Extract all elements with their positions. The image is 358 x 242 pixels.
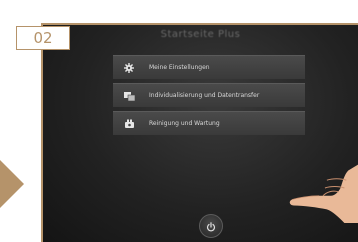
screen-title: Startseite Plus <box>160 29 241 40</box>
power-icon <box>206 217 216 236</box>
device-screen: Startseite Plus Meine Einstellungen Indi… <box>41 23 358 242</box>
power-button[interactable] <box>199 214 223 238</box>
menu-item-label: Meine Einstellungen <box>149 64 210 71</box>
menu-item-customization[interactable]: Individualisierung und Datentransfer <box>113 83 305 107</box>
menu-item-label: Individualisierung und Datentransfer <box>149 92 260 99</box>
pointing-hand-icon <box>289 164 358 223</box>
step-number-badge: 02 <box>16 26 70 50</box>
menu-item-settings[interactable]: Meine Einstellungen <box>113 55 305 79</box>
menu-item-cleaning[interactable]: Reinigung und Wartung <box>113 111 305 135</box>
arrow-right-icon <box>0 160 24 208</box>
main-menu: Meine Einstellungen Individualisierung u… <box>113 55 305 139</box>
menu-item-label: Reinigung und Wartung <box>149 120 220 127</box>
gear-icon <box>123 62 135 74</box>
cleaning-icon <box>123 118 135 130</box>
transfer-icon <box>123 90 135 102</box>
